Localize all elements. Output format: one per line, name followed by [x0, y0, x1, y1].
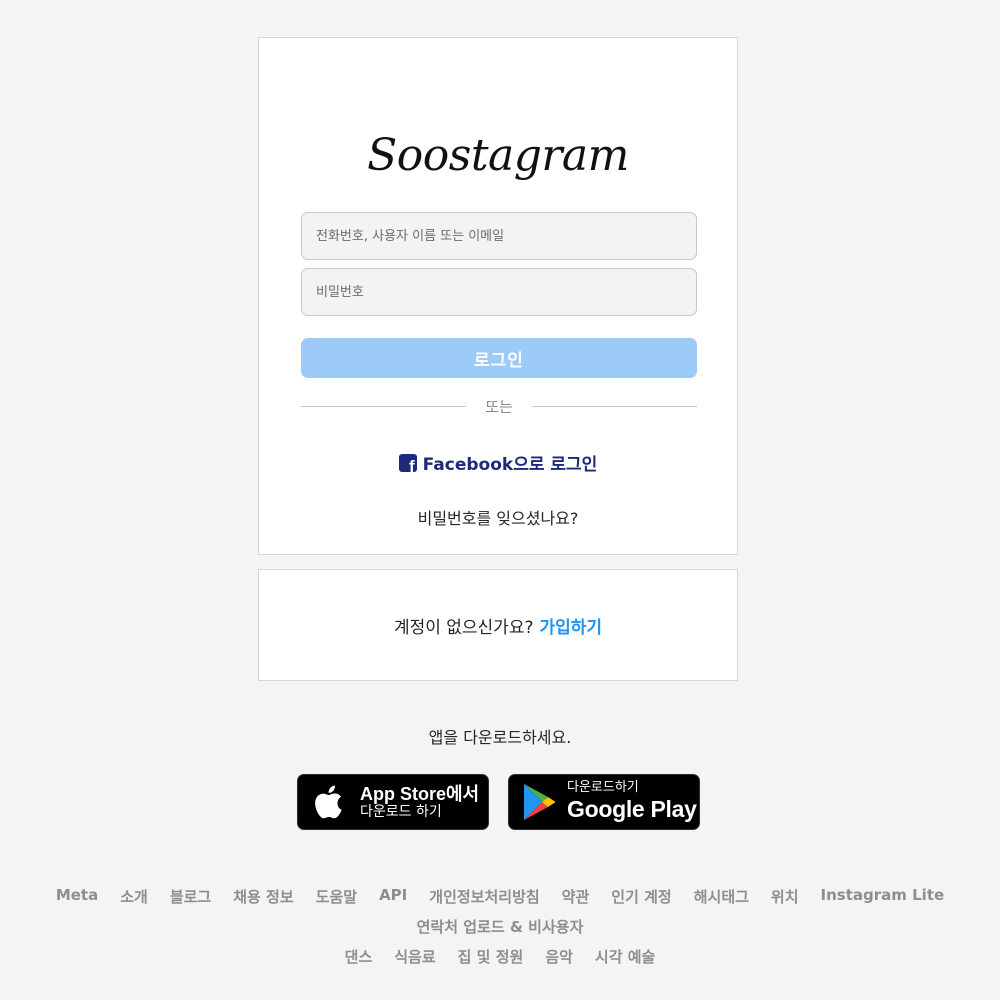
- google-play-text: 다운로드하기 Google Play: [567, 780, 697, 823]
- facebook-login-link[interactable]: f Facebook으로 로그인: [259, 450, 737, 475]
- divider-line-right: [532, 405, 697, 407]
- footer-link-meta[interactable]: Meta: [56, 886, 98, 907]
- or-divider: 또는: [301, 394, 697, 418]
- signup-link[interactable]: 가입하기: [539, 613, 602, 638]
- footer-link-help[interactable]: 도움말: [316, 886, 357, 907]
- footer-link-music[interactable]: 음악: [545, 946, 573, 967]
- footer-link-locations[interactable]: 위치: [771, 886, 799, 907]
- footer-links-row-2: 연락처 업로드 & 비사용자: [0, 916, 1000, 937]
- app-store-line2: 다운로드 하기: [360, 804, 442, 821]
- footer-link-food-drink[interactable]: 식음료: [394, 946, 435, 967]
- footer-link-contact-upload[interactable]: 연락처 업로드 & 비사용자: [417, 916, 584, 937]
- footer-link-about[interactable]: 소개: [120, 886, 148, 907]
- facebook-icon: f: [398, 453, 417, 472]
- google-play-icon: [524, 784, 555, 820]
- google-play-badge[interactable]: 다운로드하기 Google Play: [508, 774, 700, 830]
- signup-card: 계정이 없으신가요? 가입하기: [258, 569, 738, 681]
- login-card: Soostagram 로그인 또는 f Facebook으로 로그인 비밀번호를…: [258, 37, 738, 555]
- username-input[interactable]: [301, 212, 697, 260]
- footer-link-terms[interactable]: 약관: [562, 886, 590, 907]
- divider-line-left: [301, 405, 466, 407]
- footer-links-row-1: Meta 소개 블로그 채용 정보 도움말 API 개인정보처리방침 약관 인기…: [0, 886, 1000, 907]
- footer-link-privacy[interactable]: 개인정보처리방침: [429, 886, 539, 907]
- password-input[interactable]: [301, 268, 697, 316]
- footer-link-dance[interactable]: 댄스: [345, 946, 373, 967]
- app-logo: Soostagram: [367, 130, 629, 181]
- footer-links-row-3: 댄스 식음료 집 및 정원 음악 시각 예술: [0, 946, 1000, 967]
- footer-link-top-accounts[interactable]: 인기 계정: [611, 886, 671, 907]
- footer-link-instagram-lite[interactable]: Instagram Lite: [821, 886, 945, 907]
- footer-link-jobs[interactable]: 채용 정보: [233, 886, 293, 907]
- google-play-line2: Google Play: [567, 796, 697, 823]
- footer-link-hashtags[interactable]: 해시태그: [694, 886, 749, 907]
- footer-link-api[interactable]: API: [379, 886, 407, 907]
- footer-link-home-garden[interactable]: 집 및 정원: [458, 946, 524, 967]
- footer-link-blog[interactable]: 블로그: [170, 886, 211, 907]
- signup-prompt: 계정이 없으신가요?: [393, 617, 534, 638]
- facebook-login-label: Facebook으로 로그인: [422, 455, 598, 475]
- app-store-line1: App Store에서: [360, 783, 480, 804]
- divider-text: 또는: [485, 397, 513, 416]
- download-app-text: 앱을 다운로드하세요.: [428, 728, 572, 747]
- google-play-line1: 다운로드하기: [567, 780, 639, 796]
- apple-icon: [315, 785, 342, 819]
- footer-link-visual-arts[interactable]: 시각 예술: [595, 946, 655, 967]
- app-store-text: App Store에서 다운로드 하기: [360, 784, 479, 821]
- login-button[interactable]: 로그인: [301, 338, 697, 378]
- forgot-password-link[interactable]: 비밀번호를 잊으셨나요?: [259, 505, 737, 529]
- app-store-badge[interactable]: App Store에서 다운로드 하기: [297, 774, 489, 830]
